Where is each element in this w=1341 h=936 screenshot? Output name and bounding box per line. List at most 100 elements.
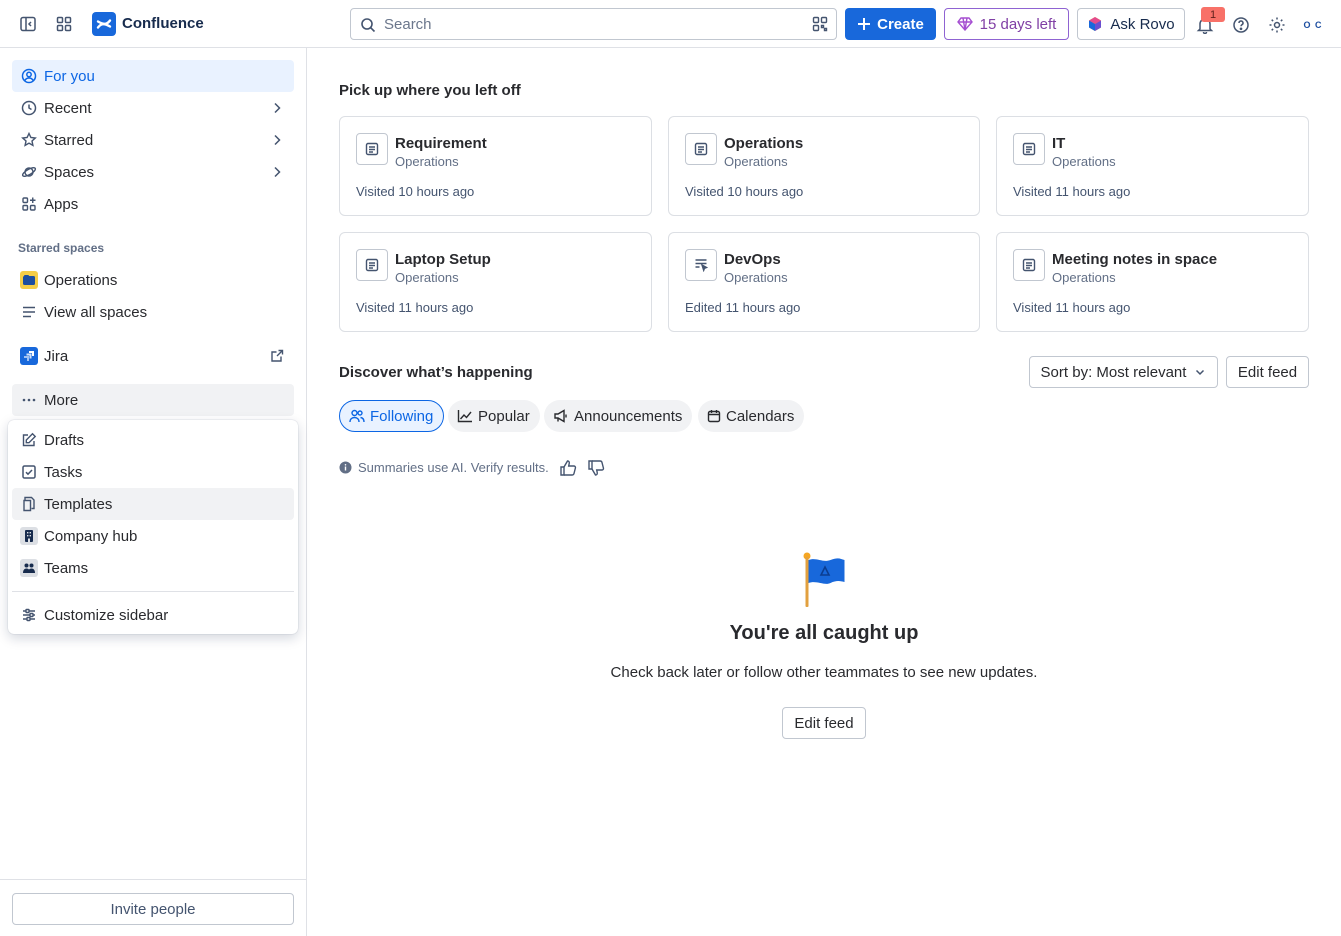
sidebar-item-for-you[interactable]: For you (12, 60, 294, 92)
recent-card[interactable]: Meeting notes in space Operations Visite… (996, 232, 1309, 332)
create-label: Create (877, 15, 924, 33)
top-navigation-bar: Confluence Search Create 15 days left As… (0, 0, 1341, 48)
sidebar-item-view-all-spaces[interactable]: View all spaces (12, 296, 294, 328)
trial-days-button[interactable]: 15 days left (944, 8, 1069, 40)
page-icon (356, 133, 388, 165)
sidebar-item-apps[interactable]: Apps (12, 188, 294, 220)
chevron-right-icon[interactable] (270, 133, 284, 147)
chevron-right-icon[interactable] (270, 165, 284, 179)
edit-feed-button[interactable]: Edit feed (1226, 356, 1309, 388)
help-icon[interactable] (1229, 13, 1253, 37)
menu-item-label: Tasks (44, 463, 83, 481)
chart-trend-icon (457, 410, 472, 423)
jira-logo-icon (20, 347, 38, 365)
sidebar-item-label: Apps (44, 195, 79, 213)
tab-following[interactable]: Following (339, 400, 445, 432)
confluence-logo-icon[interactable] (92, 12, 116, 36)
main-content: Pick up where you left off Requirement O… (307, 48, 1341, 936)
invite-people-button[interactable]: Invite people (12, 893, 294, 925)
search-input[interactable]: Search (350, 8, 837, 40)
settings-gear-icon[interactable] (1265, 13, 1289, 37)
external-link-icon[interactable] (270, 349, 284, 363)
thumbs-up-icon[interactable] (559, 459, 577, 477)
card-space: Operations (724, 270, 788, 285)
people-icon (20, 559, 38, 577)
page-edit-icon (685, 249, 717, 281)
menu-item-customize-sidebar[interactable]: Customize sidebar (12, 599, 294, 631)
recent-card[interactable]: Laptop Setup Operations Visited 11 hours… (339, 232, 652, 332)
customize-sliders-icon (20, 606, 38, 624)
edit-icon (20, 431, 38, 449)
menu-item-templates[interactable]: Templates (12, 488, 294, 520)
card-space: Operations (1052, 270, 1116, 285)
list-icon (20, 303, 38, 321)
card-title: Operations (724, 135, 804, 152)
recent-card[interactable]: DevOps Operations Edited 11 hours ago (668, 232, 980, 332)
menu-item-drafts[interactable]: Drafts (12, 424, 294, 456)
sidebar-item-jira[interactable]: Jira (12, 340, 294, 372)
sidebar-item-label: View all spaces (44, 303, 148, 321)
sidebar-item-starred[interactable]: Starred (12, 124, 294, 156)
sort-dropdown[interactable]: Sort by: Most relevant (1029, 356, 1218, 388)
card-title: DevOps (724, 251, 781, 268)
person-circle-icon (20, 67, 38, 85)
card-status: Visited 11 hours ago (356, 300, 474, 315)
app-name[interactable]: Confluence (122, 15, 204, 32)
tab-label: Calendars (726, 407, 795, 425)
empty-state-subtitle: Check back later or follow other teammat… (610, 664, 1038, 681)
page-icon (1013, 133, 1045, 165)
rovo-label: Ask Rovo (1110, 15, 1175, 33)
sidebar-footer: Invite people (0, 879, 306, 936)
more-dots-icon (20, 391, 38, 409)
menu-item-label: Templates (44, 495, 113, 513)
notification-badge: 1 (1201, 7, 1225, 22)
sidebar-item-more[interactable]: More (12, 384, 294, 416)
avatar[interactable]: O C (1300, 12, 1326, 38)
search-placeholder: Search (384, 16, 432, 33)
sidebar-item-spaces[interactable]: Spaces (12, 156, 294, 188)
sidebar-item-label: Spaces (44, 163, 95, 181)
create-button[interactable]: Create (845, 8, 936, 40)
planet-icon (20, 163, 38, 181)
menu-item-teams[interactable]: Teams (12, 552, 294, 584)
card-title: Requirement (395, 135, 487, 152)
people-icon (349, 409, 365, 423)
star-icon (20, 131, 38, 149)
space-avatar-icon (20, 271, 38, 289)
recent-heading: Pick up where you left off (339, 82, 521, 99)
tab-announcements[interactable]: Announcements (544, 400, 693, 432)
card-status: Visited 10 hours ago (356, 184, 475, 199)
sidebar-toggle-icon[interactable] (16, 12, 40, 36)
megaphone-icon (554, 409, 567, 423)
template-icon (20, 495, 38, 513)
recent-card[interactable]: Operations Operations Visited 10 hours a… (668, 116, 980, 216)
menu-item-company-hub[interactable]: Company hub (12, 520, 294, 552)
sidebar-item-space-operations[interactable]: Operations (12, 264, 294, 296)
tab-calendars[interactable]: Calendars (698, 400, 805, 432)
tab-popular[interactable]: Popular (448, 400, 540, 432)
trial-label: 15 days left (979, 15, 1057, 33)
sidebar-item-label: Recent (44, 99, 92, 117)
empty-state-title: You're all caught up (729, 622, 919, 644)
page-icon (685, 133, 717, 165)
sidebar-item-label: Operations (44, 271, 118, 289)
empty-edit-feed-button[interactable]: Edit feed (782, 707, 866, 739)
menu-divider (12, 591, 294, 592)
card-status: Visited 11 hours ago (1013, 300, 1131, 315)
menu-item-tasks[interactable]: Tasks (12, 456, 294, 488)
app-switcher-icon[interactable] (52, 12, 76, 36)
chevron-right-icon[interactable] (270, 101, 284, 115)
card-status: Edited 11 hours ago (685, 300, 801, 315)
ask-rovo-button[interactable]: Ask Rovo (1077, 8, 1185, 40)
discover-heading: Discover what’s happening (339, 364, 533, 381)
tab-label: Following (370, 407, 434, 425)
clock-icon (20, 99, 38, 117)
sidebar-item-label: For you (44, 67, 95, 85)
sidebar-item-recent[interactable]: Recent (12, 92, 294, 124)
recent-card[interactable]: Requirement Operations Visited 10 hours … (339, 116, 652, 216)
thumbs-down-icon[interactable] (587, 459, 605, 477)
page-icon (1013, 249, 1045, 281)
recent-card[interactable]: IT Operations Visited 11 hours ago (996, 116, 1309, 216)
search-filter-icon[interactable] (812, 16, 828, 32)
plus-icon (858, 18, 871, 30)
